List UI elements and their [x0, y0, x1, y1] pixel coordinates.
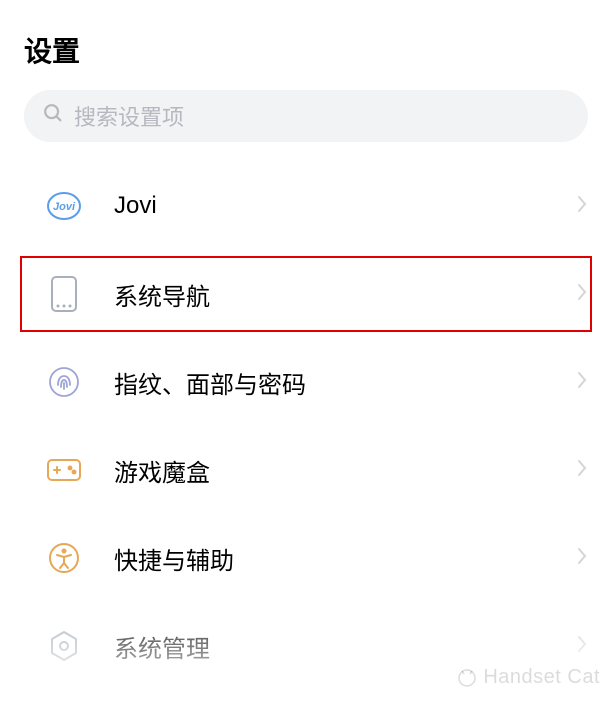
fingerprint-icon: [44, 362, 84, 402]
list-item-jovi[interactable]: Jovi Jovi: [0, 162, 612, 250]
chevron-right-icon: [576, 194, 588, 219]
settings-list: Jovi Jovi 系统导航: [0, 156, 612, 690]
svg-text:Jovi: Jovi: [53, 201, 76, 213]
list-item-biometrics-password[interactable]: 指纹、面部与密码: [0, 338, 612, 426]
list-item-label: 系统导航: [84, 277, 576, 312]
chevron-right-icon: [576, 370, 588, 395]
list-item-label: Jovi: [84, 192, 576, 220]
page-title: 设置: [0, 0, 612, 90]
chevron-right-icon: [576, 546, 588, 571]
phone-icon: [44, 274, 84, 314]
chevron-right-icon: [576, 634, 588, 659]
accessibility-icon: [44, 538, 84, 578]
settings-hex-icon: [44, 626, 84, 666]
gamepad-icon: [44, 450, 84, 490]
search-input[interactable]: 搜索设置项: [24, 90, 588, 142]
search-placeholder: 搜索设置项: [74, 100, 184, 132]
list-item-system-management[interactable]: 系统管理: [0, 602, 612, 690]
chevron-right-icon: [576, 282, 588, 307]
list-item-label: 指纹、面部与密码: [84, 365, 576, 400]
list-item-shortcuts-accessibility[interactable]: 快捷与辅助: [0, 514, 612, 602]
jovi-icon: Jovi: [44, 186, 84, 226]
list-item-game-box[interactable]: 游戏魔盒: [0, 426, 612, 514]
search-icon: [42, 102, 64, 130]
list-item-label: 快捷与辅助: [84, 541, 576, 576]
search-container: 搜索设置项: [0, 90, 612, 156]
chevron-right-icon: [576, 458, 588, 483]
list-item-system-navigation[interactable]: 系统导航: [0, 250, 612, 338]
list-item-label: 游戏魔盒: [84, 453, 576, 488]
list-item-label: 系统管理: [84, 629, 576, 664]
